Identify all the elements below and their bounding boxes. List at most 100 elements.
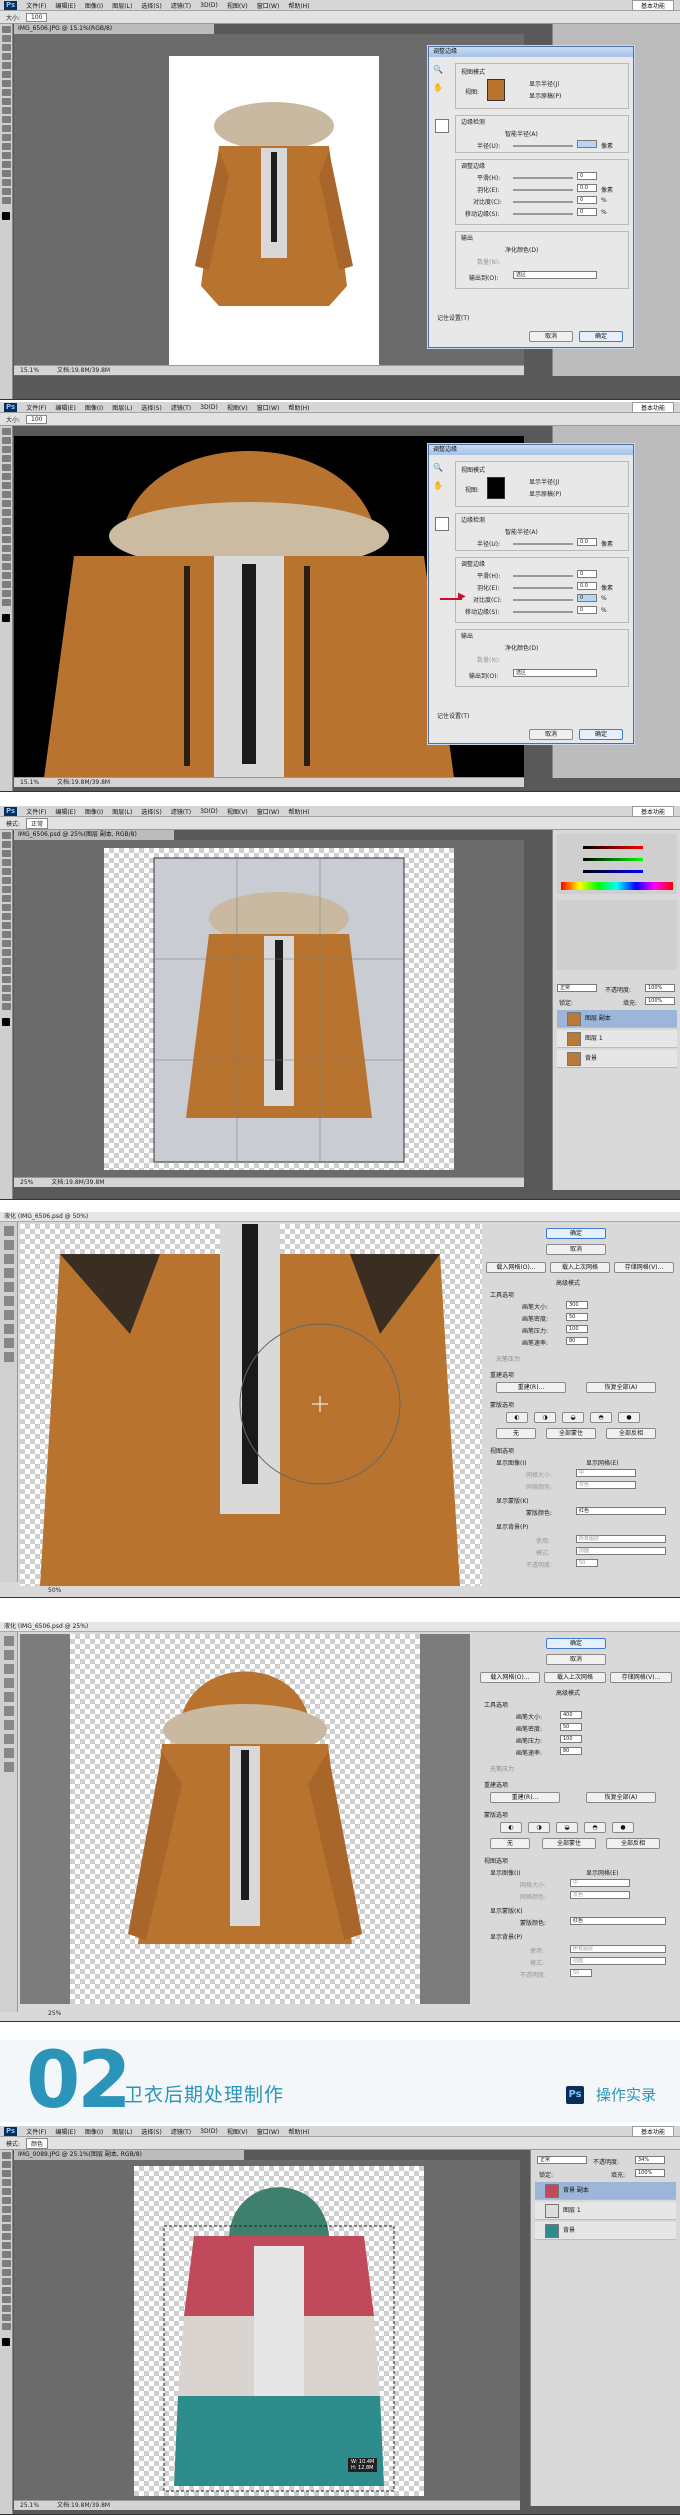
menu-select[interactable]: 选择(S): [141, 2127, 162, 2136]
smart-radius-checkbox[interactable]: 智能半径(A): [505, 129, 538, 138]
hand-tool-icon[interactable]: [1, 188, 11, 195]
pen-tool-icon[interactable]: [1, 554, 11, 561]
zoom-tool-icon[interactable]: [1, 197, 11, 204]
ok-button[interactable]: 确定: [546, 1228, 606, 1239]
forward-warp-tool-icon[interactable]: [3, 1636, 14, 1646]
type-tool-icon[interactable]: [1, 967, 11, 974]
quick-select-tool-icon[interactable]: [1, 455, 11, 462]
workspace-switcher[interactable]: 基本功能: [631, 806, 674, 817]
menu-filter[interactable]: 滤镜(T): [171, 403, 191, 412]
stamp-tool-icon[interactable]: [1, 904, 11, 911]
layer-row-1[interactable]: 图层 1: [535, 2202, 676, 2220]
reconstruct-tool-icon[interactable]: [3, 1240, 14, 1250]
menu-filter[interactable]: 滤镜(T): [171, 1, 191, 10]
stamp-tool-icon[interactable]: [1, 2224, 11, 2231]
eraser-tool-icon[interactable]: [1, 518, 11, 525]
menu-window[interactable]: 窗口(W): [257, 807, 280, 816]
shift-edge-slider[interactable]: [513, 611, 573, 613]
path-select-icon[interactable]: [1, 976, 11, 983]
show-mask-checkbox[interactable]: 显示蒙版(K): [496, 1496, 529, 1505]
hand-tool-icon[interactable]: [1, 2314, 11, 2321]
stamp-tool-icon[interactable]: [1, 98, 11, 105]
eyedropper-tool-icon[interactable]: [1, 71, 11, 78]
document-tab[interactable]: IMG_6506.psd @ 25%(图层 副本, RGB/8): [14, 830, 174, 840]
menu-image[interactable]: 图像(I): [85, 807, 103, 816]
use-select[interactable]: 所有图层: [570, 1945, 666, 1953]
color-spectrum[interactable]: [561, 882, 673, 890]
foreground-color-swatch[interactable]: [2, 1018, 10, 1026]
brush-pressure-input[interactable]: 100: [560, 1735, 582, 1743]
menu-3d[interactable]: 3D(D): [200, 404, 218, 411]
mask-replace-icon[interactable]: ◐: [506, 1412, 528, 1423]
fill-input[interactable]: 100%: [645, 997, 675, 1005]
opacity-input[interactable]: 34%: [635, 2156, 665, 2164]
none-button[interactable]: 无: [496, 1428, 536, 1439]
crop-tool-icon[interactable]: [1, 464, 11, 471]
quick-select-tool-icon[interactable]: [1, 859, 11, 866]
mask-color-select[interactable]: 红色: [570, 1917, 666, 1925]
workspace-switcher[interactable]: 基本功能: [631, 2126, 674, 2137]
mask-all-button[interactable]: 全部蒙住: [546, 1428, 596, 1439]
shift-edge-input[interactable]: 0: [577, 208, 597, 216]
dodge-tool-icon[interactable]: [1, 143, 11, 150]
menu-view[interactable]: 视图(V): [227, 807, 248, 816]
healing-tool-icon[interactable]: [1, 80, 11, 87]
menu-help[interactable]: 帮助(H): [288, 1, 309, 10]
zoom-tool-icon[interactable]: [1, 2323, 11, 2330]
crop-tool-icon[interactable]: [1, 2188, 11, 2195]
marquee-tool-icon[interactable]: [1, 35, 11, 42]
workspace-switcher[interactable]: 基本功能: [631, 402, 674, 413]
show-mesh-checkbox[interactable]: 显示网格(E): [586, 1458, 618, 1467]
forward-warp-tool-icon[interactable]: [3, 1226, 14, 1236]
mask-add-icon[interactable]: ◑: [534, 1412, 556, 1423]
menu-3d[interactable]: 3D(D): [200, 2, 218, 9]
smooth-input[interactable]: 0: [577, 172, 597, 180]
zoom-level[interactable]: 50%: [48, 1587, 61, 1594]
type-tool-icon[interactable]: [1, 161, 11, 168]
show-radius-checkbox[interactable]: 显示半径(J): [529, 477, 559, 486]
shape-tool-icon[interactable]: [1, 581, 11, 588]
stamp-tool-icon[interactable]: [1, 500, 11, 507]
quick-select-tool-icon[interactable]: [1, 53, 11, 60]
radius-input[interactable]: [577, 140, 597, 148]
contrast-slider[interactable]: [513, 201, 573, 203]
pucker-tool-icon[interactable]: [3, 1678, 14, 1688]
menu-image[interactable]: 图像(I): [85, 1, 103, 10]
workspace-switcher[interactable]: 基本功能: [631, 0, 674, 11]
radius-input[interactable]: 0.0: [577, 538, 597, 546]
cancel-button[interactable]: 取消: [546, 1654, 606, 1665]
history-brush-icon[interactable]: [1, 107, 11, 114]
view-thumbnail[interactable]: [487, 477, 505, 499]
hand-tool-icon[interactable]: [1, 590, 11, 597]
mask-all-button[interactable]: 全部蒙住: [542, 1838, 596, 1849]
layer-row-background[interactable]: 背景: [535, 2222, 676, 2240]
brush-tool-icon[interactable]: [1, 2215, 11, 2222]
dodge-tool-icon[interactable]: [1, 949, 11, 956]
decontaminate-checkbox[interactable]: 净化颜色(D): [505, 643, 538, 652]
menu-image[interactable]: 图像(I): [85, 403, 103, 412]
type-tool-icon[interactable]: [1, 563, 11, 570]
freeze-mask-tool-icon[interactable]: [3, 1720, 14, 1730]
document-tab[interactable]: IMG_6506.JPG @ 15.1%(RGB/8): [14, 24, 214, 34]
show-image-checkbox[interactable]: 显示图像(I): [490, 1868, 520, 1877]
shape-tool-icon[interactable]: [1, 2305, 11, 2312]
zoom-tool-icon[interactable]: [1, 1003, 11, 1010]
decontaminate-checkbox[interactable]: 净化颜色(D): [505, 245, 538, 254]
smooth-input[interactable]: 0: [577, 570, 597, 578]
type-tool-icon[interactable]: [1, 2287, 11, 2294]
brush-density-input[interactable]: 50: [560, 1723, 582, 1731]
opacity-input[interactable]: 50: [570, 1969, 592, 1977]
remember-settings-checkbox[interactable]: 记住设置(T): [437, 313, 469, 322]
mask-intersect-icon[interactable]: ◓: [584, 1822, 606, 1833]
brush-tool-icon[interactable]: [1, 895, 11, 902]
show-mesh-checkbox[interactable]: 显示网格(E): [586, 1868, 618, 1877]
cancel-button[interactable]: 取消: [529, 729, 573, 740]
pucker-tool-icon[interactable]: [3, 1268, 14, 1278]
layer-row-copy[interactable]: 背景 副本: [535, 2182, 676, 2200]
size-input[interactable]: 100: [26, 12, 48, 22]
hand-tool-icon[interactable]: [1, 994, 11, 1001]
zoom-level[interactable]: 25%: [48, 2010, 61, 2017]
brush-size-input[interactable]: 400: [560, 1711, 582, 1719]
mask-color-select[interactable]: 红色: [576, 1507, 666, 1515]
restore-all-button[interactable]: 恢复全部(A): [586, 1792, 656, 1803]
